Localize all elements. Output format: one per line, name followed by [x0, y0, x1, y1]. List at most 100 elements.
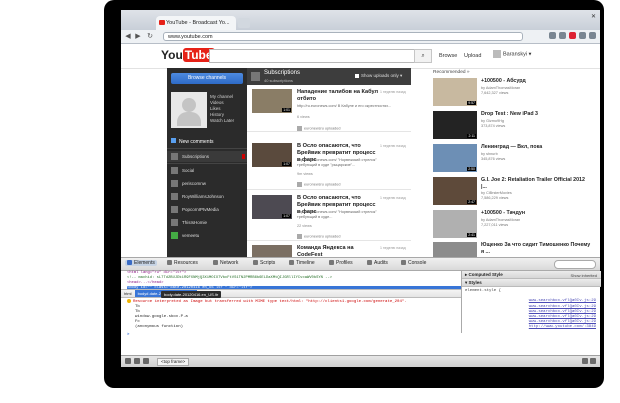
tab-scripts[interactable]: Scripts	[253, 260, 275, 266]
browse-channels-button[interactable]: Browse channels	[171, 73, 243, 84]
video-title[interactable]: Нападение талибов на Кабул отбито	[297, 89, 379, 103]
browser-window: YouTube - Broadcast Yo... ✕ ◀ ▶ ↻ www.yo…	[104, 0, 604, 388]
recommended-title[interactable]: Recommended »	[433, 70, 470, 75]
recommended-item[interactable]: Ющенко За что сидит Тимошенко Почему я .…	[433, 242, 593, 257]
error-count-icon[interactable]	[582, 358, 588, 364]
video-thumbnail[interactable]	[433, 242, 477, 257]
reload-icon[interactable]: ↻	[146, 32, 154, 41]
video-title[interactable]: +100500 - Абсурд	[481, 78, 591, 85]
console-source-link[interactable]: http://www.youtube.com/:3849	[529, 325, 596, 330]
forward-icon[interactable]: ▶	[134, 32, 142, 41]
video-title[interactable]: Ющенко За что сидит Тимошенко Почему я .…	[481, 242, 591, 255]
search-input[interactable]	[209, 49, 416, 63]
uploader-line[interactable]: euronewsru uploaded	[297, 234, 341, 239]
extension-icon[interactable]	[569, 32, 576, 39]
recommended-item[interactable]: 2:41 +100500 - Тачдун by AdamThomasMoran…	[433, 210, 593, 240]
extension-icon[interactable]	[559, 32, 566, 39]
video-thumbnail[interactable]: 1:07	[252, 195, 292, 219]
extension-icon[interactable]	[549, 32, 556, 39]
console-toggle-icon[interactable]	[134, 358, 140, 364]
frame-select[interactable]: <top frame>	[157, 358, 190, 366]
recommended-item[interactable]: 2:11 Drop Test : New iPad 3 by Gizmo9Hg …	[433, 111, 593, 141]
youtube-header: You Tube ⌕ Browse Upload Baranskyi ▾	[121, 44, 600, 69]
video-thumbnail[interactable]: 1:01	[252, 89, 292, 113]
tab-network[interactable]: Network	[213, 260, 238, 266]
new-tab-button[interactable]	[238, 18, 250, 28]
console-message: Resource interpreted as Image but transf…	[133, 300, 407, 305]
video-title[interactable]: Ленинград — Вкл, пока	[481, 144, 591, 151]
guide-item-channel[interactable]: ThisIsHomie	[167, 217, 247, 228]
video-description: http://ru.euronews.com/ В Кабуле и его о…	[297, 104, 392, 108]
dom-tree: <html lang="ru" dir="ltr"> <!-- machid: …	[121, 271, 461, 291]
console-line: (anonymous function)	[135, 325, 184, 329]
styles-label: Styles	[468, 280, 482, 285]
user-menu[interactable]: Baranskyi ▾	[493, 50, 531, 58]
user-avatar[interactable]	[171, 92, 207, 128]
youtube-logo[interactable]: You Tube	[161, 48, 215, 62]
guide-item-channel[interactable]: PopcornIPtvMedia	[167, 204, 247, 215]
tab-resources[interactable]: Resources	[167, 260, 198, 266]
video-title[interactable]: Drop Test : New iPad 3	[481, 111, 591, 118]
tab-elements[interactable]: Elements	[125, 260, 157, 266]
address-bar[interactable]: www.youtube.com	[163, 32, 523, 41]
element-style-rule[interactable]: element.style {	[462, 287, 601, 295]
guide-item-social[interactable]: Social	[167, 165, 247, 176]
video-title[interactable]: +100500 - Тачдун	[481, 210, 591, 217]
devtools-search-input[interactable]	[554, 260, 596, 269]
uploads-only-checkbox[interactable]: Show uploads only ▾	[355, 73, 402, 79]
new-comments-link[interactable]: New comments	[171, 138, 213, 145]
search-button[interactable]: ⌕	[414, 49, 432, 63]
wrench-icon[interactable]	[589, 32, 596, 39]
back-icon[interactable]: ◀	[124, 32, 132, 41]
uploader-text: euronewsru uploaded	[304, 182, 341, 187]
tab-timeline[interactable]: Timeline	[289, 260, 315, 266]
video-thumbnail[interactable]: 9:57	[433, 78, 477, 106]
video-title[interactable]: Команда Яндекса на CodeFest	[297, 245, 379, 257]
browser-tab[interactable]: YouTube - Broadcast Yo...	[156, 16, 236, 30]
video-description: http://ru.euronews.com/ "Норвежский стре…	[297, 158, 377, 167]
video-title[interactable]: G.I. Joe 2: Retaliation Trailer Official…	[481, 177, 591, 190]
settings-icon[interactable]	[590, 358, 596, 364]
video-thumbnail[interactable]	[252, 245, 292, 257]
video-thumbnail[interactable]: 2:41	[433, 210, 477, 238]
tab-label: Profiles	[336, 260, 353, 266]
recommended-item[interactable]: 2:47 G.I. Joe 2: Retaliation Trailer Off…	[433, 177, 593, 207]
guide-divider	[167, 148, 247, 149]
extension-icon[interactable]	[579, 32, 586, 39]
guide-item-channel[interactable]: periscomnw	[167, 178, 247, 189]
browse-link[interactable]: Browse	[439, 53, 457, 59]
show-inherited-checkbox[interactable]: Show inherited	[571, 272, 597, 279]
console-prompt[interactable]: >	[127, 333, 129, 338]
clear-icon[interactable]	[143, 358, 149, 364]
video-description: http://ru.euronews.com/ "Норвежский стре…	[297, 210, 377, 219]
console-panel: Resource interpreted as Image but transf…	[121, 297, 600, 355]
timeline-icon	[289, 260, 294, 266]
video-thumbnail[interactable]: 1:07	[252, 143, 292, 167]
social-icon	[171, 167, 178, 175]
video-thumbnail[interactable]: 2:47	[433, 177, 477, 205]
upload-link[interactable]: Upload	[464, 53, 481, 59]
video-views: 7,586,229 views	[481, 196, 509, 200]
subscription-feed: 1:01 Нападение талибов на Кабул отбито 1…	[247, 85, 411, 257]
console-source-link[interactable]: www-searchbox-vflQa0Iv.js:29	[529, 299, 596, 304]
breadcrumb-html[interactable]: html	[121, 290, 135, 297]
computed-style-header[interactable]: ▸ Computed Style Show inherited	[462, 271, 601, 279]
tab-label: Audits	[374, 260, 388, 266]
tab-title: YouTube - Broadcast Yo...	[166, 20, 230, 26]
tab-audits[interactable]: Audits	[367, 260, 388, 266]
browser-toolbar: ◀ ▶ ↻ www.youtube.com	[121, 30, 600, 44]
tab-profiles[interactable]: Profiles	[329, 260, 353, 266]
window-controls-icon[interactable]: ✕	[591, 13, 596, 20]
styles-header[interactable]: ▾ Styles	[462, 279, 601, 287]
tab-console[interactable]: Console	[401, 260, 426, 266]
recommended-item[interactable]: 9:57 +100500 - Абсурд by AdamThomasMoran…	[433, 78, 593, 108]
guide-item-subscriptions[interactable]: Subscriptions	[167, 151, 247, 162]
uploader-line[interactable]: euronewsru uploaded	[297, 182, 341, 187]
guide-item-channel[interactable]: vemeetu	[167, 230, 247, 241]
video-thumbnail[interactable]: 2:50	[433, 144, 477, 172]
video-thumbnail[interactable]: 2:11	[433, 111, 477, 139]
guide-item-channel[interactable]: RoyWilliamsJohnson	[167, 191, 247, 202]
recommended-item[interactable]: 2:50 Ленинград — Вкл, пока by shnurb 345…	[433, 144, 593, 174]
dock-icon[interactable]	[125, 358, 131, 364]
watch-later-link[interactable]: Watch Later	[210, 118, 234, 124]
